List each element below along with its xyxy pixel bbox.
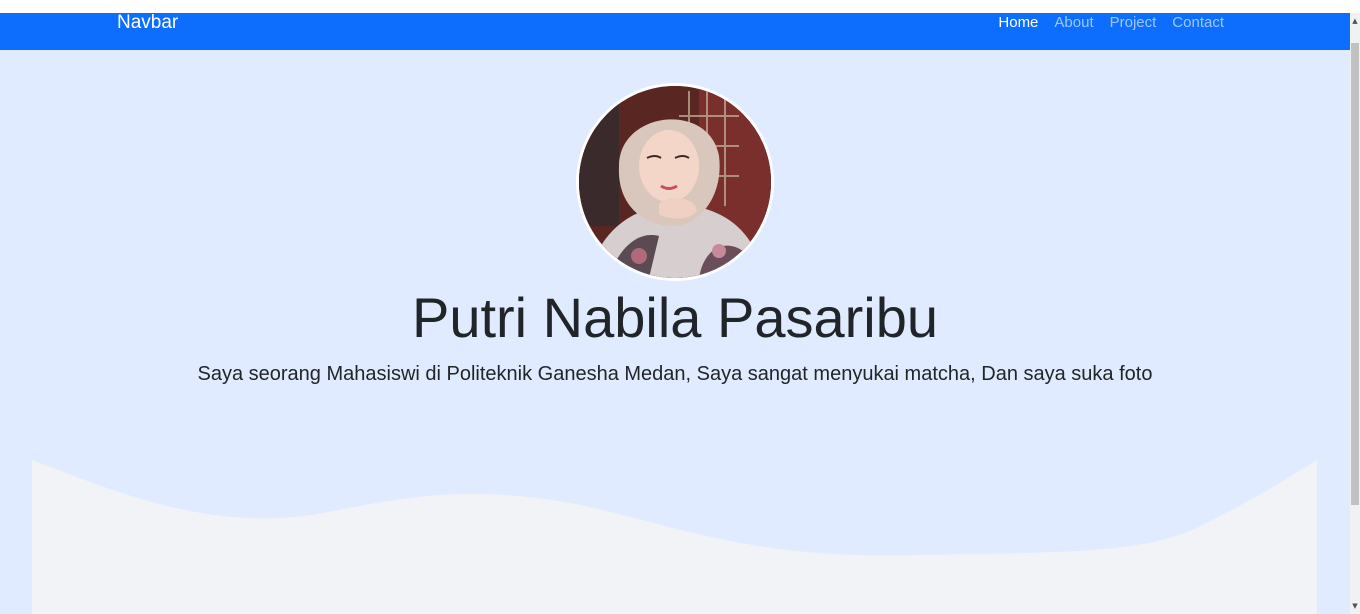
browser-viewport: Navbar Home About Project Contact Putri … bbox=[0, 0, 1360, 614]
nav-link-home[interactable]: Home bbox=[998, 13, 1038, 33]
profile-name: Putri Nabila Pasaribu bbox=[411, 286, 939, 349]
scrollbar-thumb[interactable] bbox=[1351, 43, 1359, 505]
hero-section: Putri Nabila Pasaribu Saya seorang Mahas… bbox=[0, 50, 1350, 614]
nav-links: Home About Project Contact bbox=[998, 13, 1224, 33]
caret-down-icon[interactable]: ▼ bbox=[1350, 600, 1360, 612]
nav-link-project[interactable]: Project bbox=[1110, 13, 1157, 33]
top-strip bbox=[0, 0, 1350, 13]
caret-up-icon[interactable]: ▲ bbox=[1350, 15, 1360, 27]
profile-photo-illustration bbox=[579, 86, 771, 278]
navbar: Navbar Home About Project Contact bbox=[0, 13, 1350, 50]
navbar-brand[interactable]: Navbar bbox=[117, 13, 178, 33]
nav-link-about[interactable]: About bbox=[1054, 13, 1093, 33]
nav-link-contact[interactable]: Contact bbox=[1172, 13, 1224, 33]
profile-photo bbox=[579, 86, 771, 278]
profile-tagline: Saya seorang Mahasiswi di Politeknik Gan… bbox=[197, 363, 1153, 385]
wave-decoration bbox=[32, 460, 1317, 614]
profile-avatar bbox=[576, 83, 774, 281]
vertical-scrollbar[interactable]: ▲ ▼ bbox=[1350, 13, 1360, 614]
